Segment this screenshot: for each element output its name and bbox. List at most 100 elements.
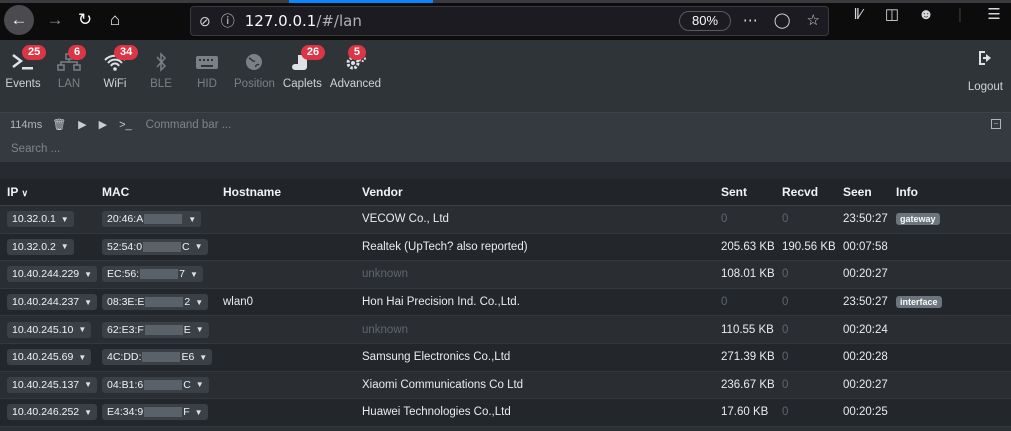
mac-cell: 4C:DD: E6 ▼ bbox=[95, 349, 216, 366]
caret-down-icon: ▼ bbox=[84, 380, 93, 390]
redaction-bar bbox=[144, 324, 183, 335]
url-bar[interactable]: ⊘ ⓘ 127.0.0.1/#/lan 80% ⋯ ◯ ☆ bbox=[190, 6, 829, 36]
mac-cell: 04:B1:6 C ▼ bbox=[95, 376, 216, 393]
mac-cell: 52:54:0 C ▼ bbox=[95, 238, 216, 255]
table-row[interactable]: 10.40.245.69 ▼ 4C:DD: E6 ▼ Samsung Electronic… bbox=[0, 344, 1011, 372]
ip-dropdown[interactable]: 10.40.245.137 ▼ bbox=[7, 376, 98, 393]
menu-hamburger-icon[interactable]: ☰ bbox=[977, 5, 1011, 23]
caret-down-icon: ▼ bbox=[78, 325, 87, 335]
site-info-icon[interactable]: ⓘ bbox=[221, 11, 235, 31]
expand-icon[interactable]: − bbox=[991, 119, 1001, 129]
nav-item-lan[interactable]: 6 LAN bbox=[46, 45, 92, 112]
mac-dropdown[interactable]: E4:34:9 F ▼ bbox=[102, 404, 208, 421]
pocket-icon[interactable]: ◯ bbox=[774, 11, 791, 29]
bookmark-star-icon[interactable]: ☆ bbox=[807, 11, 820, 29]
recvd-column-header[interactable]: Recvd bbox=[775, 185, 836, 199]
ip-column-header[interactable]: IP ∨ bbox=[0, 185, 95, 199]
command-input[interactable]: Command bar ... bbox=[146, 119, 232, 131]
info-tag: gateway bbox=[896, 213, 940, 226]
ip-dropdown[interactable]: 10.40.244.229 ▼ bbox=[7, 266, 98, 283]
redaction-bar bbox=[145, 297, 184, 308]
forward-arrow-icon[interactable]: → bbox=[40, 5, 70, 35]
library-icon[interactable]: ‖⁄ bbox=[841, 6, 875, 23]
vendor-column-header[interactable]: Vendor bbox=[355, 185, 714, 199]
redaction-bar bbox=[144, 407, 183, 418]
mac-prefix: 62:E3:F bbox=[107, 323, 144, 336]
trash-icon[interactable]: 🗑 bbox=[52, 118, 66, 131]
table-row[interactable]: 10.40.244.229 ▼ EC:56: 7 ▼ unknown 108.01 KB 0 0… bbox=[0, 261, 1011, 289]
table-header: IP ∨ MAC Hostname Vendor Sent Recvd Seen… bbox=[0, 179, 1011, 206]
caret-down-icon: ▼ bbox=[195, 297, 204, 307]
tracking-protection-icon[interactable]: ⊘ bbox=[199, 13, 211, 30]
vendor-cell: VECOW Co., Ltd bbox=[362, 213, 449, 226]
ip-dropdown[interactable]: 10.32.0.2 ▼ bbox=[7, 238, 74, 255]
hostname-column-header[interactable]: Hostname bbox=[216, 185, 355, 199]
ip-cell: 10.40.244.229 ▼ bbox=[0, 266, 98, 283]
mac-dropdown[interactable]: 04:B1:6 C ▼ bbox=[102, 376, 209, 393]
mac-suffix: C bbox=[182, 240, 190, 253]
nav-item-position[interactable]: Position bbox=[230, 48, 279, 112]
ip-dropdown[interactable]: 10.40.244.237 ▼ bbox=[7, 294, 98, 311]
logout-button[interactable]: Logout bbox=[968, 48, 1003, 93]
mac-dropdown[interactable]: 4C:DD: E6 ▼ bbox=[102, 349, 213, 366]
mac-dropdown[interactable]: 52:54:0 C ▼ bbox=[102, 238, 208, 255]
nav-item-label: HID bbox=[197, 78, 217, 90]
play-icon[interactable]: ▶ bbox=[78, 118, 86, 131]
seen-cell: 23:50:27 bbox=[843, 296, 888, 309]
page-actions-icon[interactable]: ⋯ bbox=[743, 11, 758, 29]
info-column-header[interactable]: Info bbox=[889, 185, 1011, 199]
terminal-prompt-icon: >_ bbox=[119, 118, 132, 131]
browser-toolbar: ← → ↻ ⌂ ⊘ ⓘ 127.0.0.1/#/lan 80% ⋯ ◯ ☆ ‖⁄… bbox=[0, 0, 1011, 40]
zoom-level-button[interactable]: 80% bbox=[679, 11, 732, 31]
sort-chevron-icon: ∨ bbox=[21, 188, 29, 198]
seen-column-header[interactable]: Seen bbox=[836, 185, 889, 199]
ip-dropdown[interactable]: 10.40.246.252 ▼ bbox=[7, 404, 98, 421]
nav-item-caplets[interactable]: 26 Caplets bbox=[279, 45, 326, 112]
search-input[interactable]: Search ... bbox=[0, 136, 1011, 162]
seen-cell: 00:07:58 bbox=[843, 240, 888, 253]
reload-icon[interactable]: ↻ bbox=[70, 5, 100, 35]
globe-icon bbox=[239, 50, 269, 74]
sent-cell: 0 bbox=[721, 213, 728, 226]
mac-prefix: 4C:DD: bbox=[107, 351, 142, 364]
mac-dropdown[interactable]: 62:E3:F E ▼ bbox=[102, 321, 209, 338]
step-play-icon[interactable]: ▶ bbox=[99, 118, 107, 131]
vendor-cell: Samsung Electronics Co.,Ltd bbox=[362, 351, 511, 364]
nav-item-hid[interactable]: HID bbox=[184, 48, 230, 112]
sent-cell: 110.55 KB bbox=[721, 323, 774, 336]
table-row[interactable]: 10.40.245.10 ▼ 62:E3:F E ▼ unknown 110.55 KB 0 0… bbox=[0, 316, 1011, 344]
table-row[interactable]: 10.40.245.137 ▼ 04:B1:6 C ▼ Xiaomi Communicat… bbox=[0, 371, 1011, 400]
mac-dropdown[interactable]: EC:56: 7 ▼ bbox=[102, 266, 203, 283]
section-gap bbox=[0, 162, 1011, 179]
caret-down-icon: ▼ bbox=[188, 214, 197, 224]
mac-dropdown[interactable]: 08:3E:E 2 ▼ bbox=[102, 294, 209, 311]
sidebar-icon[interactable]: ◫ bbox=[875, 5, 909, 23]
nav-item-ble[interactable]: BLE bbox=[138, 48, 184, 112]
ip-dropdown[interactable]: 10.40.245.10 ▼ bbox=[7, 321, 92, 338]
table-row[interactable]: 10.32.0.1 ▼ 20:46:A ▼ VECOW Co., Ltd 0 0 23:50:… bbox=[0, 206, 1011, 234]
ip-cell: 10.40.245.137 ▼ bbox=[0, 376, 98, 393]
count-badge: 5 bbox=[347, 45, 367, 60]
back-arrow-icon[interactable]: ← bbox=[4, 5, 34, 35]
nav-item-label: Position bbox=[234, 78, 275, 90]
nav-item-label: BLE bbox=[150, 78, 172, 90]
home-icon[interactable]: ⌂ bbox=[100, 5, 130, 35]
caret-down-icon: ▼ bbox=[84, 297, 93, 307]
ip-dropdown[interactable]: 10.32.0.1 ▼ bbox=[7, 211, 74, 228]
url-text[interactable]: 127.0.0.1/#/lan bbox=[245, 12, 362, 30]
nav-item-events[interactable]: 25 Events bbox=[0, 45, 47, 112]
ip-dropdown[interactable]: 10.40.245.69 ▼ bbox=[7, 349, 92, 366]
info-cell: gateway bbox=[889, 213, 1011, 226]
nav-item-advanced[interactable]: 5 Advanced bbox=[326, 45, 385, 112]
table-row[interactable]: 10.32.0.2 ▼ 52:54:0 C ▼ Realtek (UpTech? also… bbox=[0, 234, 1011, 262]
table-row[interactable]: 10.40.244.237 ▼ 08:3E:E 2 ▼ wlan0 Hon Hai Prec… bbox=[0, 289, 1011, 317]
redaction-bar bbox=[140, 269, 179, 280]
account-icon[interactable]: ☻ bbox=[909, 6, 943, 23]
nav-item-wifi[interactable]: 34 WiFi bbox=[92, 45, 139, 112]
sent-column-header[interactable]: Sent bbox=[714, 185, 775, 199]
mac-dropdown[interactable]: 20:46:A ▼ bbox=[102, 211, 202, 228]
table-row[interactable]: 10.40.246.252 ▼ E4:34:9 F ▼ Huawei Technologi… bbox=[0, 399, 1011, 427]
mac-column-header[interactable]: MAC bbox=[95, 185, 216, 199]
ip-cell: 10.40.245.10 ▼ bbox=[0, 321, 95, 338]
mac-prefix: E4:34:9 bbox=[107, 406, 144, 419]
